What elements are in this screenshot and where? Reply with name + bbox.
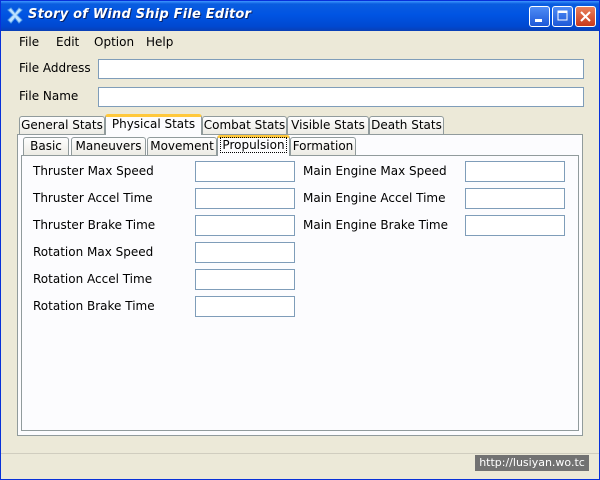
subtab-basic[interactable]: Basic <box>23 137 69 156</box>
main-engine-max-speed-label: Main Engine Max Speed <box>303 164 447 178</box>
rotation-accel-time-input[interactable] <box>195 269 295 290</box>
main-engine-max-speed-input[interactable] <box>465 161 565 182</box>
minimize-button[interactable] <box>529 6 550 27</box>
thruster-max-speed-label: Thruster Max Speed <box>33 164 154 178</box>
title-bar[interactable]: Story of Wind Ship File Editor <box>1 1 599 31</box>
main-engine-accel-time-input[interactable] <box>465 188 565 209</box>
subtab-formation[interactable]: Formation <box>290 137 356 156</box>
thruster-max-speed-input[interactable] <box>195 161 295 182</box>
main-engine-brake-time-label: Main Engine Brake Time <box>303 218 449 232</box>
maximize-button[interactable] <box>552 6 573 27</box>
tab-label: Physical Stats <box>111 117 196 131</box>
rotation-accel-time-label: Rotation Accel Time <box>33 272 153 286</box>
window-title: Story of Wind Ship File Editor <box>28 7 252 22</box>
file-address-label: File Address <box>19 61 91 75</box>
tab-label: Propulsion <box>220 137 287 153</box>
thruster-brake-time-label: Thruster Brake Time <box>33 218 156 232</box>
tab-combat-stats[interactable]: Combat Stats <box>202 116 287 135</box>
close-icon <box>580 11 591 22</box>
file-name-label: File Name <box>19 89 79 103</box>
tab-label: Movement <box>150 139 214 153</box>
tab-label: Visible Stats <box>291 118 365 132</box>
thruster-brake-time-input[interactable] <box>195 215 295 236</box>
menu-file[interactable]: File <box>19 35 39 49</box>
main-engine-accel-time-label: Main Engine Accel Time <box>303 191 446 205</box>
tab-label: Combat Stats <box>203 118 286 132</box>
tab-label: Maneuvers <box>75 139 142 153</box>
app-window: Story of Wind Ship File Editor File Edit… <box>0 0 600 480</box>
file-address-input[interactable] <box>98 59 584 79</box>
rotation-max-speed-label: Rotation Max Speed <box>33 245 154 259</box>
subtab-maneuvers[interactable]: Maneuvers <box>71 137 146 156</box>
tab-label: Death Stats <box>371 118 442 132</box>
wind-ship-app-icon <box>7 7 23 24</box>
subtab-propulsion[interactable]: Propulsion <box>217 135 290 156</box>
rotation-max-speed-input[interactable] <box>195 242 295 263</box>
thruster-accel-time-input[interactable] <box>195 188 295 209</box>
tab-death-stats[interactable]: Death Stats <box>369 116 444 135</box>
main-engine-brake-time-input[interactable] <box>465 215 565 236</box>
maximize-icon <box>557 10 568 21</box>
subtab-movement[interactable]: Movement <box>147 137 217 156</box>
tab-label: Basic <box>30 139 62 153</box>
tab-label: Formation <box>292 139 354 153</box>
rotation-brake-time-input[interactable] <box>195 296 295 317</box>
menu-bar: File Edit Option Help <box>1 31 599 53</box>
tab-label: General Stats <box>21 118 103 132</box>
minimize-icon <box>535 19 542 22</box>
close-button[interactable] <box>575 6 596 27</box>
thruster-accel-time-label: Thruster Accel Time <box>33 191 153 205</box>
menu-edit[interactable]: Edit <box>56 35 79 49</box>
tab-physical-stats[interactable]: Physical Stats <box>105 114 202 135</box>
menu-help[interactable]: Help <box>146 35 173 49</box>
rotation-brake-time-label: Rotation Brake Time <box>33 299 155 313</box>
file-name-input[interactable] <box>98 87 584 107</box>
watermark-url: http://lusiyan.wo.tc <box>475 455 589 471</box>
menu-option[interactable]: Option <box>94 35 134 49</box>
tab-general-stats[interactable]: General Stats <box>19 116 105 135</box>
tab-visible-stats[interactable]: Visible Stats <box>287 116 369 135</box>
